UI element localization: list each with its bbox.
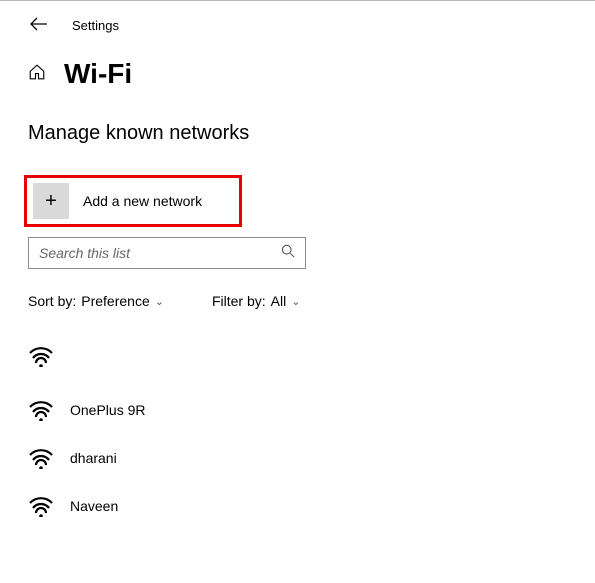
network-name: Naveen — [70, 498, 118, 514]
settings-breadcrumb: Settings — [72, 18, 119, 33]
search-icon[interactable] — [281, 244, 295, 263]
plus-icon: + — [33, 183, 69, 219]
list-item[interactable]: Naveen — [28, 487, 567, 535]
list-item[interactable]: dharani — [28, 439, 567, 487]
filter-by-dropdown[interactable]: Filter by: All ⌄ — [212, 293, 300, 309]
add-network-label: Add a new network — [83, 193, 202, 209]
wifi-icon — [28, 399, 54, 421]
back-arrow-icon[interactable] — [30, 15, 48, 36]
wifi-icon — [28, 495, 54, 517]
network-list: OnePlus 9R dharani Naveen — [0, 327, 595, 535]
sort-label: Sort by: — [28, 293, 76, 309]
page-subtitle: Manage known networks — [0, 100, 595, 159]
add-network-button[interactable]: + Add a new network — [24, 175, 242, 227]
list-item[interactable]: OnePlus 9R — [28, 391, 567, 439]
chevron-down-icon: ⌄ — [155, 295, 164, 308]
wifi-icon — [28, 345, 54, 367]
page-title: Wi-Fi — [64, 58, 132, 90]
filter-value: All — [271, 293, 287, 309]
list-item[interactable] — [28, 337, 567, 391]
wifi-icon — [28, 447, 54, 469]
network-name: OnePlus 9R — [70, 402, 145, 418]
sort-by-dropdown[interactable]: Sort by: Preference ⌄ — [28, 293, 164, 309]
home-icon[interactable] — [28, 63, 46, 86]
network-name: dharani — [70, 450, 117, 466]
chevron-down-icon: ⌄ — [291, 295, 300, 308]
search-input[interactable] — [39, 245, 257, 261]
filter-label: Filter by: — [212, 293, 266, 309]
sort-value: Preference — [81, 293, 149, 309]
search-input-container[interactable] — [28, 237, 306, 269]
